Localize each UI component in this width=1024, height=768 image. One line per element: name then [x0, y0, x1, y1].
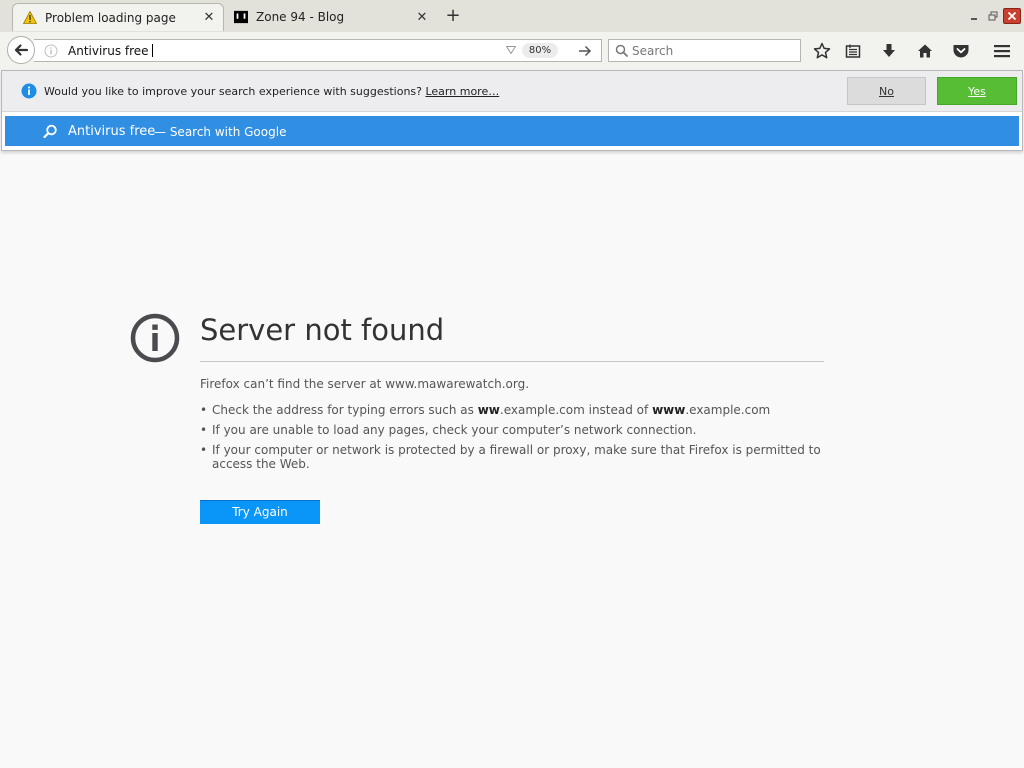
back-button[interactable]	[7, 36, 35, 64]
pocket-icon	[953, 45, 969, 58]
suggestions-prompt-text: Would you like to improve your search ex…	[44, 85, 422, 98]
minimize-button[interactable]	[967, 9, 983, 23]
close-icon	[1007, 11, 1017, 21]
text-caret	[151, 44, 153, 57]
suggestions-prompt: Would you like to improve your search ex…	[44, 85, 499, 98]
arrow-right-icon	[579, 45, 592, 57]
tab-title: Problem loading page	[45, 10, 176, 25]
plus-icon: +	[445, 5, 461, 26]
yes-button[interactable]: Yes	[937, 77, 1017, 105]
list-item-bold: www	[652, 403, 686, 417]
search-icon	[615, 43, 629, 58]
close-tab-icon[interactable]: ✕	[414, 9, 430, 25]
error-title: Server not found	[200, 313, 445, 347]
try-again-button[interactable]: Try Again	[200, 500, 320, 524]
bookmark-star-button[interactable]	[810, 39, 834, 63]
home-icon	[918, 44, 932, 58]
list-item-bold: ww	[477, 403, 500, 417]
back-arrow-icon	[14, 44, 29, 56]
list-item: Check the address for typing errors such…	[200, 403, 824, 417]
zoom-indicator[interactable]: 80%	[522, 43, 558, 58]
list-item-text: If you are unable to load any pages, che…	[212, 423, 697, 437]
tab-title: Zone 94 - Blog	[256, 10, 345, 24]
list-item: If you are unable to load any pages, che…	[200, 423, 824, 437]
tab-zone94-blog[interactable]: Zone 94 - Blog ✕	[224, 3, 436, 31]
triangle-down-icon	[506, 46, 516, 54]
info-circle-icon	[130, 313, 180, 363]
search-icon	[43, 124, 58, 139]
url-input[interactable]: Antivirus free	[68, 44, 153, 58]
suggestion-engine-text: — Search with Google	[154, 125, 287, 139]
search-placeholder[interactable]: Search	[632, 44, 673, 58]
downloads-button[interactable]	[877, 39, 901, 63]
close-window-button[interactable]	[1003, 8, 1021, 24]
site-info-icon[interactable]	[44, 43, 58, 58]
restore-icon	[988, 11, 998, 21]
restore-button[interactable]	[985, 9, 1001, 23]
list-item-text: If your computer or network is protected…	[212, 443, 821, 471]
go-button[interactable]	[576, 42, 594, 60]
open-menu-button[interactable]	[990, 39, 1014, 63]
learn-more-link[interactable]: Learn more…	[425, 85, 499, 98]
history-dropdown-button[interactable]	[504, 44, 518, 56]
bookmarks-list-icon	[845, 44, 861, 58]
tab-problem-loading[interactable]: Problem loading page ✕	[12, 3, 224, 31]
home-button[interactable]	[913, 39, 937, 63]
list-item: If your computer or network is protected…	[200, 443, 824, 471]
url-input-value: Antivirus free	[68, 44, 149, 58]
pocket-button[interactable]	[949, 39, 973, 63]
download-arrow-icon	[883, 44, 895, 57]
star-icon	[813, 42, 831, 59]
list-item-text: .example.com instead of	[499, 403, 653, 417]
bookmarks-menu-button[interactable]	[841, 39, 865, 63]
warning-icon	[23, 11, 37, 25]
error-description: Firefox can’t find the server at www.maw…	[200, 377, 530, 391]
list-item-text: Check the address for typing errors such…	[212, 403, 478, 417]
minimize-icon	[971, 18, 977, 20]
title-divider	[200, 361, 824, 362]
terminal-favicon-icon	[234, 10, 248, 24]
close-tab-icon[interactable]: ✕	[201, 10, 217, 26]
new-tab-button[interactable]: +	[442, 6, 464, 26]
hamburger-menu-icon	[994, 45, 1010, 58]
error-suggestions-list: Check the address for typing errors such…	[200, 403, 824, 477]
window-controls	[965, 0, 1024, 32]
list-item-text: .example.com	[685, 403, 771, 417]
info-icon	[21, 83, 37, 99]
suggestion-query: Antivirus free	[68, 124, 156, 139]
no-button[interactable]: No	[847, 77, 926, 105]
